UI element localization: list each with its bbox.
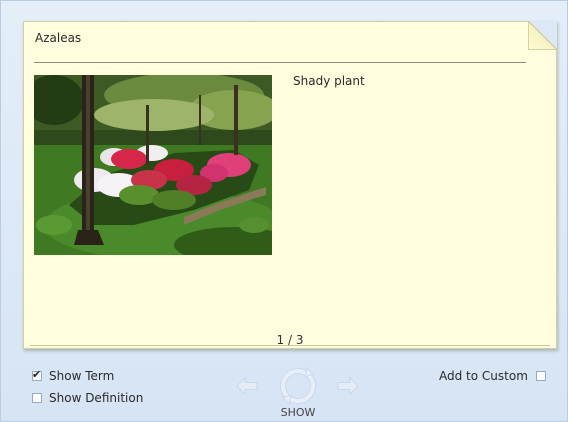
flip-refresh-icon <box>280 367 316 405</box>
definition-text: Shady plant <box>293 74 365 88</box>
show-term-checkbox[interactable] <box>32 368 42 381</box>
show-term-option[interactable]: Show Term <box>32 368 115 383</box>
show-label[interactable]: SHOW <box>277 406 319 419</box>
add-to-custom-checkbox[interactable] <box>535 371 546 381</box>
arrow-left-icon <box>236 377 258 395</box>
show-definition-option[interactable]: Show Definition <box>32 391 143 405</box>
flashcard: Azaleas Shady plant 1 / 3 <box>23 21 557 349</box>
show-definition-label: Show Definition <box>49 391 144 405</box>
card-bottom-line <box>30 345 550 346</box>
flashcard-panel: Azaleas Shady plant 1 / 3 ✔ Show Term Sh… <box>0 0 568 422</box>
show-definition-checkbox[interactable] <box>32 393 42 403</box>
show-flip-button[interactable] <box>278 366 318 406</box>
add-to-custom-label: Add to Custom <box>439 369 528 383</box>
page-corner-fold <box>528 21 557 50</box>
previous-card-button[interactable] <box>236 377 258 399</box>
divider <box>34 62 526 63</box>
term-text: Azaleas <box>35 31 82 45</box>
show-term-label: Show Term <box>49 369 115 383</box>
arrow-right-icon <box>337 377 359 395</box>
add-to-custom-option[interactable]: Add to Custom <box>439 369 546 383</box>
next-card-button[interactable] <box>337 377 359 399</box>
azalea-garden-photo <box>34 75 272 255</box>
